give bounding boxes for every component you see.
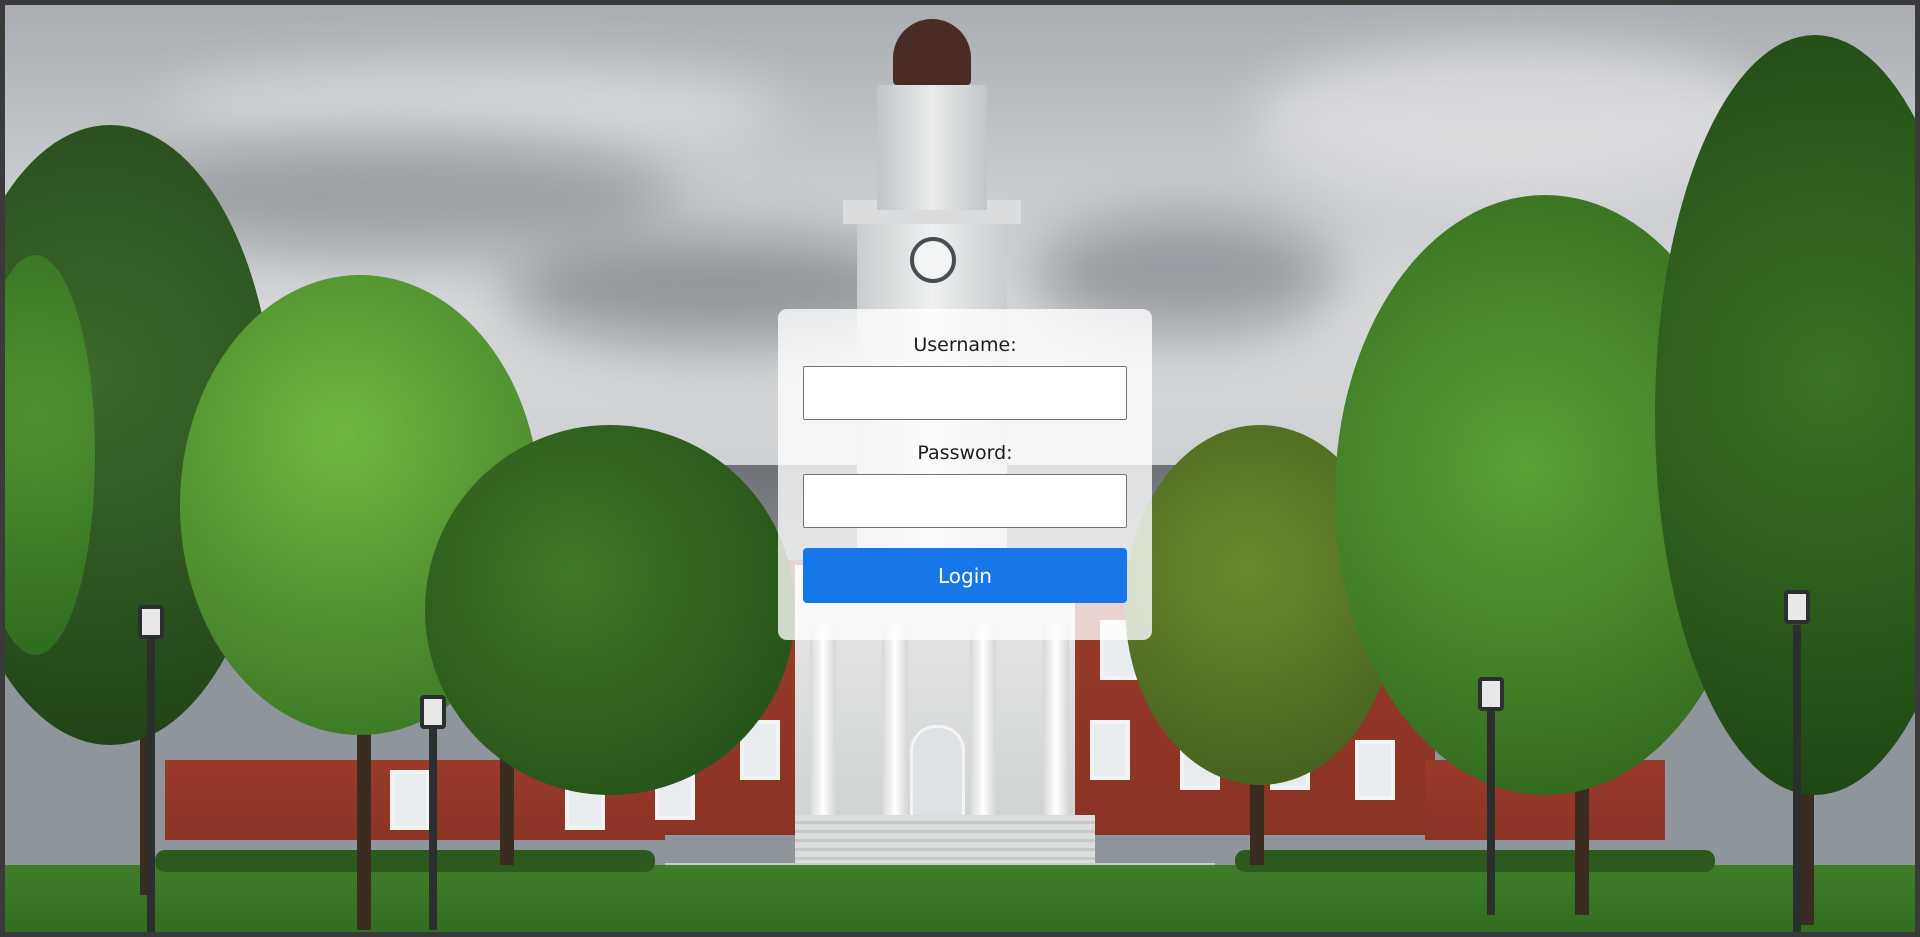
app-window: Username: Password: Login — [0, 0, 1920, 937]
username-input[interactable] — [803, 366, 1127, 420]
login-form: Username: Password: Login — [778, 309, 1152, 640]
entrance-door — [910, 725, 965, 820]
username-label: Username: — [913, 334, 1017, 356]
login-button[interactable]: Login — [803, 548, 1127, 603]
lawn — [5, 865, 1915, 932]
password-input[interactable] — [803, 474, 1127, 528]
password-label: Password: — [917, 442, 1013, 464]
front-steps — [795, 815, 1095, 867]
clock-icon — [910, 237, 956, 283]
